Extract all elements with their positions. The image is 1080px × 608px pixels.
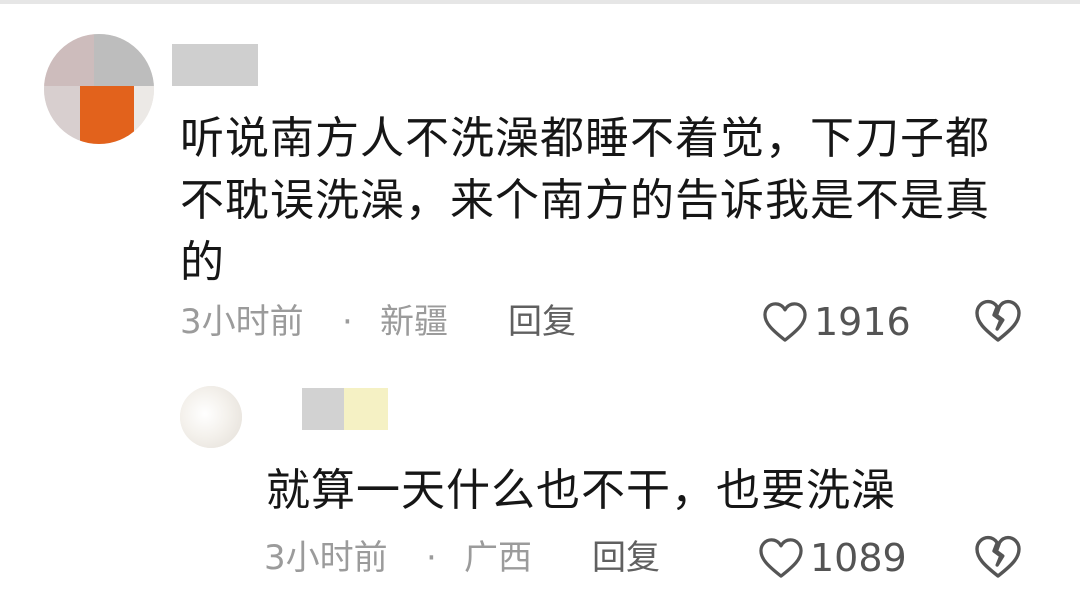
reply-like-button[interactable]: 1089	[758, 534, 907, 582]
comment-text: 听说南方人不洗澡都睡不着觉，下刀子都不耽误洗澡，来个南方的告诉我是不是真的	[180, 113, 990, 288]
top-divider	[0, 0, 1080, 4]
reply-meta: 3小时前 · 广西 回复	[264, 534, 684, 582]
broken-heart-icon	[975, 535, 1021, 578]
dislike-button[interactable]	[974, 298, 1022, 346]
reply-meta-separator: ·	[426, 538, 437, 578]
broken-heart-icon	[975, 299, 1021, 342]
reply-location: 广西	[464, 538, 532, 578]
reply-timestamp: 3小时前	[264, 538, 388, 578]
reply-button[interactable]: 回复	[508, 298, 576, 346]
reply-like-count: 1089	[810, 536, 907, 580]
heart-outline-icon	[759, 538, 803, 578]
reply-username[interactable]	[302, 388, 388, 430]
reply-reply-button[interactable]: 回复	[592, 534, 660, 582]
like-button[interactable]: 1916	[762, 298, 911, 346]
like-count: 1916	[814, 300, 911, 344]
reply-dislike-button[interactable]	[974, 534, 1022, 582]
meta-separator: ·	[342, 302, 353, 342]
comment-meta: 3小时前 · 新疆 回复	[180, 298, 600, 346]
reply-comment-text: 就算一天什么也不干，也要洗澡	[266, 465, 896, 516]
timestamp: 3小时前	[180, 302, 304, 342]
reply-avatar[interactable]	[180, 386, 242, 448]
heart-outline-icon	[763, 302, 807, 342]
location: 新疆	[380, 302, 448, 342]
comment-thread: 听说南方人不洗澡都睡不着觉，下刀子都不耽误洗澡，来个南方的告诉我是不是真的 3小…	[0, 0, 1080, 608]
avatar[interactable]	[44, 34, 154, 144]
username[interactable]	[172, 44, 258, 86]
